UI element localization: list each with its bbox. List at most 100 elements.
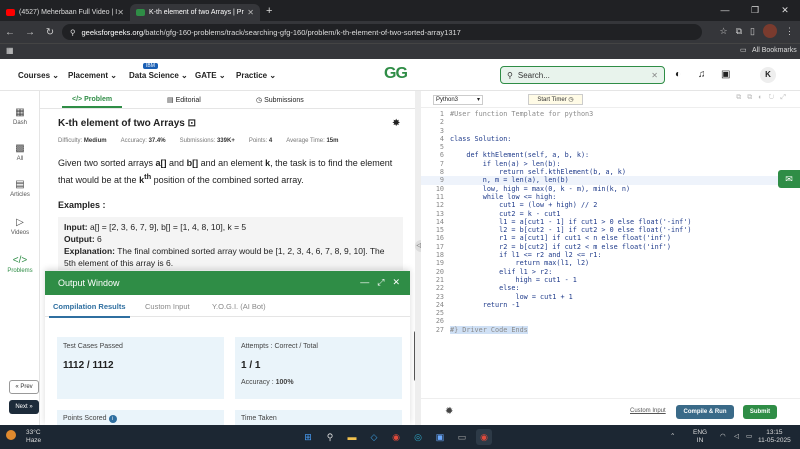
nav-placement[interactable]: Placement ⌄ xyxy=(68,71,117,80)
next-button[interactable]: Next » xyxy=(9,400,39,414)
tab-problem[interactable]: </> Problem xyxy=(61,96,123,108)
photos-icon[interactable]: ▣ xyxy=(432,429,448,445)
code-line[interactable]: 8 return self.kthElement(b, a, k) xyxy=(421,168,800,176)
code-line[interactable]: 17 r2 = b[cut2] if cut2 < m else float('… xyxy=(421,243,800,251)
battery-icon[interactable]: ▭ xyxy=(746,432,752,440)
code-line[interactable]: 4 class Solution: xyxy=(421,135,800,143)
code-line[interactable]: 20 elif l1 > r2: xyxy=(421,268,800,276)
tab-yogi-bot[interactable]: Y.O.G.I. (AI Bot) xyxy=(212,302,266,311)
notification-bell-icon[interactable]: ♫ xyxy=(698,69,706,80)
browser-tab-gfg[interactable]: K-th element of two Arrays | Pr ✕ xyxy=(130,4,260,21)
sidebar-item-videos[interactable]: ▷ Videos xyxy=(0,217,40,236)
nav-data-science[interactable]: Data Science ⌄ xyxy=(129,71,188,80)
nav-gate[interactable]: GATE ⌄ xyxy=(195,71,226,80)
tab-custom-input[interactable]: Custom Input xyxy=(145,302,190,311)
settings-icon[interactable]: ✹ xyxy=(445,406,453,417)
forward-icon[interactable]: → xyxy=(20,27,40,38)
clear-icon[interactable]: ✕ xyxy=(651,71,658,80)
nav-practice[interactable]: Practice ⌄ xyxy=(236,71,276,80)
code-line[interactable]: 26 xyxy=(421,317,800,325)
chrome-profile-icon[interactable]: ◉ xyxy=(476,429,492,445)
site-info-icon[interactable]: ⚲ xyxy=(70,28,76,37)
chat-bubble-icon[interactable]: ✉ xyxy=(778,170,800,188)
edge-icon[interactable]: ◎ xyxy=(410,429,426,445)
bookmark-icon[interactable]: ⊡ xyxy=(188,118,196,129)
search-icon[interactable]: ⚲ xyxy=(322,429,338,445)
theme-toggle-icon[interactable]: ◐ xyxy=(675,69,681,80)
tray-chevron-icon[interactable]: ⌃ xyxy=(670,432,675,440)
code-line[interactable]: 27 #} Driver Code Ends xyxy=(421,325,800,335)
browser-tab-youtube[interactable]: (4527) Meherbaan Full Video | I ✕ xyxy=(0,4,130,21)
url-input[interactable]: ⚲ geeksforgeeks.org /batch/gfg-160-probl… xyxy=(62,24,702,40)
vscode-icon[interactable]: ◇ xyxy=(366,429,382,445)
code-line[interactable]: 11 while low <= high: xyxy=(421,193,800,201)
nav-courses[interactable]: Courses ⌄ xyxy=(18,71,59,80)
sidebar-item-dash[interactable]: ▦ Dash xyxy=(0,107,40,126)
clock[interactable]: 13:15 11-05-2025 xyxy=(758,429,791,445)
code-line[interactable]: 21 high = cut1 - 1 xyxy=(421,276,800,284)
start-timer-button[interactable]: Start Timer ◷ xyxy=(528,94,583,105)
all-bookmarks[interactable]: All Bookmarks xyxy=(752,47,797,54)
submit-button[interactable]: Submit xyxy=(743,405,777,419)
sidepanel-icon[interactable]: ▯ xyxy=(750,26,755,37)
chat-icon[interactable]: ▣ xyxy=(721,69,730,80)
bug-icon[interactable]: ✸ xyxy=(392,118,400,129)
menu-icon[interactable]: ⋮ xyxy=(785,26,794,37)
sidebar-item-articles[interactable]: ▤ Articles xyxy=(0,179,40,198)
minimize-icon[interactable]: — xyxy=(360,277,369,288)
lang-indicator[interactable]: ENG IN xyxy=(693,429,707,445)
code-line[interactable]: 3 xyxy=(421,127,800,135)
code-line[interactable]: 5 xyxy=(421,143,800,151)
volume-icon[interactable]: ◁ xyxy=(734,432,739,440)
language-select[interactable]: Python3 ▾ xyxy=(433,95,483,105)
code-line[interactable]: 7 if len(a) > len(b): xyxy=(421,160,800,168)
custom-input-link[interactable]: Custom Input xyxy=(630,408,666,414)
terminal-icon[interactable]: ▭ xyxy=(454,429,470,445)
gfg-logo[interactable]: GG xyxy=(384,65,408,83)
code-line[interactable]: 15 l2 = b[cut2 - 1] if cut2 > 0 else flo… xyxy=(421,226,800,234)
code-line[interactable]: 19 return max(l1, l2) xyxy=(421,259,800,267)
user-avatar[interactable]: K xyxy=(760,67,776,83)
apps-icon[interactable]: ▦ xyxy=(6,46,14,55)
weather-temp[interactable]: 33°C xyxy=(26,429,41,436)
code-line[interactable]: 9 n, m = len(a), len(b) xyxy=(421,176,800,185)
minimize-icon[interactable]: — xyxy=(710,0,740,21)
code-line[interactable]: 24 return -1 xyxy=(421,301,800,309)
close-icon[interactable]: ✕ xyxy=(117,8,124,17)
code-area[interactable]: 1 #User function Template for python3 2 3 4 c… xyxy=(421,110,800,335)
search-input[interactable]: ⚲ Search... ✕ xyxy=(500,66,665,84)
close-icon[interactable]: ✕ xyxy=(247,8,254,17)
prev-button[interactable]: « Prev xyxy=(9,380,39,394)
code-line[interactable]: 23 low = cut1 + 1 xyxy=(421,293,800,301)
info-icon[interactable]: i xyxy=(108,415,117,423)
code-line[interactable]: 22 else: xyxy=(421,284,800,292)
start-icon[interactable]: ⊞ xyxy=(300,429,316,445)
tab-editorial[interactable]: ▤ Editorial xyxy=(167,96,201,104)
wifi-icon[interactable]: ◠ xyxy=(720,432,726,440)
code-line[interactable]: 2 xyxy=(421,118,800,126)
chrome-icon[interactable]: ◉ xyxy=(388,429,404,445)
star-icon[interactable]: ☆ xyxy=(720,26,728,37)
tab-submissions[interactable]: ◷ Submissions xyxy=(256,96,304,104)
profile-avatar[interactable] xyxy=(763,24,777,38)
back-icon[interactable]: ← xyxy=(0,27,20,38)
code-line[interactable]: 18 if l1 <= r2 and l2 <= r1: xyxy=(421,251,800,259)
code-line[interactable]: 6 def kthElement(self, a, b, k): xyxy=(421,151,800,159)
code-line[interactable]: 10 low, high = max(0, k - m), min(k, n) xyxy=(421,185,800,193)
reload-icon[interactable]: ↻ xyxy=(40,27,60,38)
new-tab-icon[interactable]: + xyxy=(266,5,272,17)
code-line[interactable]: 1 #User function Template for python3 xyxy=(421,110,800,118)
code-line[interactable]: 12 cut1 = (low + high) // 2 xyxy=(421,201,800,209)
compile-run-button[interactable]: Compile & Run xyxy=(676,405,734,419)
close-window-icon[interactable]: ✕ xyxy=(770,0,800,21)
code-line[interactable]: 16 r1 = a[cut1] if cut1 < n else float('… xyxy=(421,234,800,242)
code-line[interactable]: 13 cut2 = k - cut1 xyxy=(421,210,800,218)
code-line[interactable]: 14 l1 = a[cut1 - 1] if cut1 > 0 else flo… xyxy=(421,218,800,226)
code-line[interactable]: 25 xyxy=(421,309,800,317)
tab-compilation-results[interactable]: Compilation Results xyxy=(49,302,130,318)
extensions-icon[interactable]: ⧉ xyxy=(736,26,742,37)
file-explorer-icon[interactable]: ▬ xyxy=(344,429,360,445)
expand-icon[interactable]: ⤢ xyxy=(377,277,384,288)
maximize-icon[interactable]: ❐ xyxy=(740,0,770,21)
sidebar-item-all[interactable]: ▩ All xyxy=(0,143,40,162)
